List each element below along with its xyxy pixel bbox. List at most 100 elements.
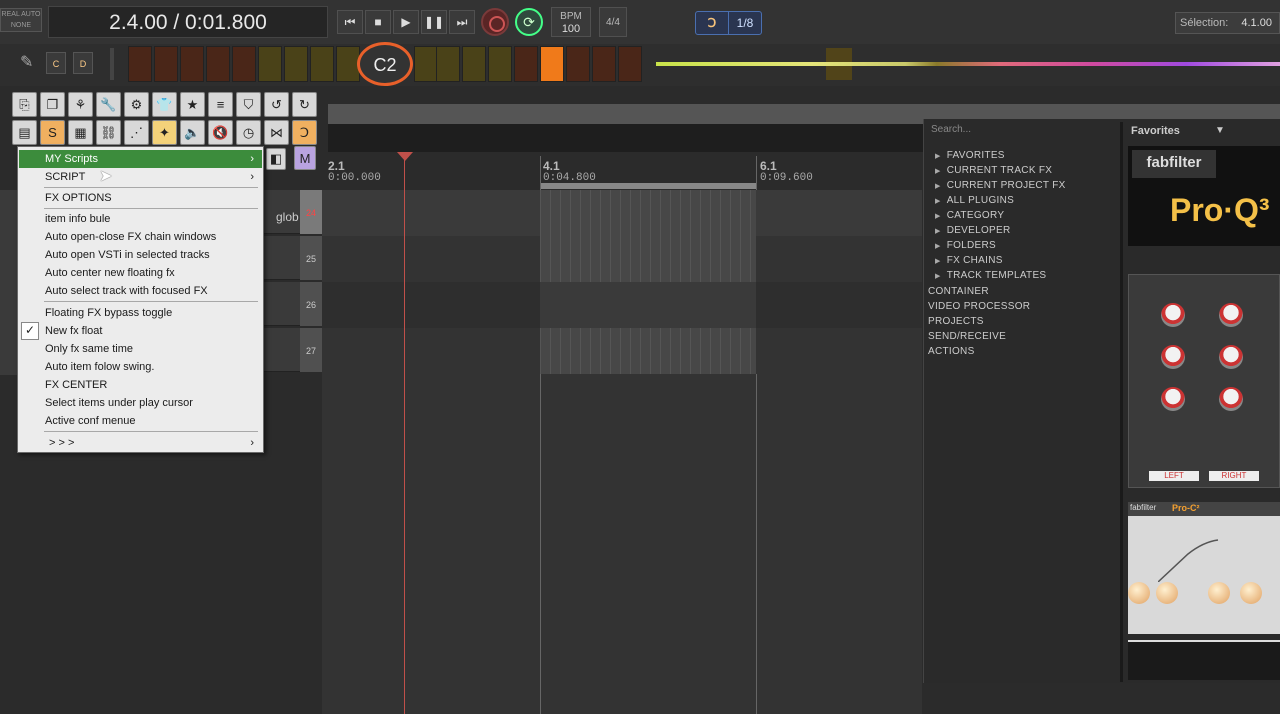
pad[interactable] bbox=[462, 46, 486, 82]
pad[interactable] bbox=[128, 46, 152, 82]
selected-region[interactable] bbox=[540, 282, 756, 328]
snap-orange-icon[interactable]: Ↄ bbox=[292, 120, 317, 145]
menu-item-select-items-under-cursor[interactable]: Select items under play cursor bbox=[19, 394, 262, 412]
menu-item-new-fx-float[interactable]: New fx float bbox=[19, 322, 262, 340]
pad[interactable] bbox=[414, 46, 438, 82]
time-signature[interactable]: 4/4 bbox=[599, 7, 627, 37]
midi-icon[interactable]: M bbox=[294, 146, 316, 170]
pad-c-button[interactable]: C bbox=[46, 52, 66, 74]
snap-tool-icon[interactable]: ⚙ bbox=[124, 92, 149, 117]
track-number[interactable]: 26 bbox=[300, 282, 322, 326]
glue-icon[interactable]: ⚘ bbox=[68, 92, 93, 117]
pad[interactable] bbox=[154, 46, 178, 82]
redo-green-icon[interactable]: ↻ bbox=[292, 92, 317, 117]
automation-mode-badge[interactable]: REAL AUTO NONE bbox=[0, 8, 42, 32]
menu-item-floating-fx-bypass[interactable]: Floating FX bypass toggle bbox=[19, 304, 262, 322]
skip-start-button[interactable]: ⏮ bbox=[337, 10, 363, 34]
pad[interactable] bbox=[180, 46, 204, 82]
menu-item-more[interactable]: > > > › bbox=[19, 434, 262, 452]
fx-tree-item[interactable]: ▶ ALL PLUGINS bbox=[935, 195, 1014, 206]
menu-item-auto-item-follow-swing[interactable]: Auto item folow swing. bbox=[19, 358, 262, 376]
menu-item-auto-open-close-fx[interactable]: Auto open-close FX chain windows bbox=[19, 228, 262, 246]
pad[interactable] bbox=[436, 46, 460, 82]
pad[interactable] bbox=[310, 46, 334, 82]
fx-tree-item[interactable]: ▶ DEVELOPER bbox=[935, 225, 1011, 236]
paste-icon[interactable]: ❐ bbox=[40, 92, 65, 117]
item-icon[interactable]: ▤ bbox=[12, 120, 37, 145]
link-icon[interactable]: ⛓ bbox=[96, 120, 121, 145]
plugin-thumbnail-eq[interactable]: LEFT RIGHT bbox=[1128, 274, 1280, 488]
shirt-icon[interactable]: 👕 bbox=[152, 92, 177, 117]
snap-icon[interactable]: Ↄ bbox=[696, 16, 728, 30]
list-icon[interactable]: ≡ bbox=[208, 92, 233, 117]
menu-item-script[interactable]: SCRIPT › bbox=[19, 168, 262, 186]
mute-icon[interactable]: 🔇 bbox=[208, 120, 233, 145]
fx-tree-item[interactable]: ▶ CATEGORY bbox=[935, 210, 1004, 221]
fx-tree-item[interactable]: ▶ FOLDERS bbox=[935, 240, 996, 251]
fx-category-item[interactable]: VIDEO PROCESSOR bbox=[928, 301, 1030, 312]
clock-icon[interactable]: ◷ bbox=[236, 120, 261, 145]
fx-category-item[interactable]: SEND/RECEIVE bbox=[928, 331, 1006, 342]
plugin-thumbnail[interactable] bbox=[1128, 640, 1280, 680]
time-selection-bar[interactable] bbox=[540, 183, 756, 189]
play-button[interactable]: ▶ bbox=[393, 10, 419, 34]
menu-item-fx-center[interactable]: FX CENTER bbox=[19, 376, 262, 394]
playhead[interactable] bbox=[404, 155, 405, 714]
selected-region[interactable] bbox=[540, 236, 756, 282]
track-number[interactable]: 27 bbox=[300, 328, 322, 372]
panel-splitter[interactable] bbox=[1120, 122, 1123, 682]
tempo-display[interactable]: BPM 100 bbox=[551, 7, 591, 37]
star-icon[interactable]: ★ bbox=[180, 92, 205, 117]
dropdown-arrow-icon[interactable]: ▼ bbox=[1215, 119, 1225, 143]
copy-icon[interactable]: ⎘ bbox=[12, 92, 37, 117]
fx-category-item[interactable]: ACTIONS bbox=[928, 346, 975, 357]
shield-icon[interactable]: ⛉ bbox=[236, 92, 261, 117]
track-number[interactable]: 25 bbox=[300, 236, 322, 280]
plugin-thumbnail-proc2[interactable]: fabfilter Pro-C² bbox=[1128, 502, 1280, 634]
pad[interactable] bbox=[232, 46, 256, 82]
note-indicator[interactable]: C2 bbox=[357, 42, 413, 86]
fx-search-input[interactable]: Search... bbox=[931, 124, 1111, 140]
pad[interactable] bbox=[514, 46, 538, 82]
pad[interactable] bbox=[284, 46, 308, 82]
fx-tree-item[interactable]: ▶ TRACK TEMPLATES bbox=[935, 270, 1046, 281]
pause-button[interactable]: ❚❚ bbox=[421, 10, 447, 34]
undo-red-icon[interactable]: ↺ bbox=[264, 92, 289, 117]
split-icon[interactable]: ⋈ bbox=[264, 120, 289, 145]
menu-item-auto-open-vsti[interactable]: Auto open VSTi in selected tracks bbox=[19, 246, 262, 264]
wrench-icon[interactable]: 🔧 bbox=[96, 92, 121, 117]
pad[interactable] bbox=[592, 46, 616, 82]
fx-tree-item[interactable]: ▶ FX CHAINS bbox=[935, 255, 1003, 266]
sws-icon[interactable]: S bbox=[40, 120, 65, 145]
menu-item-only-fx-same-time[interactable]: Only fx same time bbox=[19, 340, 262, 358]
position-display[interactable]: 2.4.00 / 0:01.800 bbox=[48, 6, 328, 38]
skip-end-button[interactable]: ⏭ bbox=[449, 10, 475, 34]
pad[interactable] bbox=[258, 46, 282, 82]
record-button[interactable] bbox=[481, 8, 509, 36]
fx-category-item[interactable]: CONTAINER bbox=[928, 286, 989, 297]
star-yellow-icon[interactable]: ✦ bbox=[152, 120, 177, 145]
speaker-icon[interactable]: 🔈 bbox=[180, 120, 205, 145]
stop-button[interactable]: ■ bbox=[365, 10, 391, 34]
playhead-marker[interactable] bbox=[397, 152, 413, 161]
region-lane[interactable] bbox=[328, 124, 923, 152]
fx-tree-item[interactable]: ▶ FAVORITES bbox=[935, 150, 1005, 161]
pad[interactable] bbox=[618, 46, 642, 82]
menu-item-auto-select-track[interactable]: Auto select track with focused FX bbox=[19, 282, 262, 300]
menu-item-active-conf-menu[interactable]: Active conf menue bbox=[19, 412, 262, 430]
pad-d-button[interactable]: D bbox=[73, 52, 93, 74]
fx-tree-item[interactable]: ▶ CURRENT PROJECT FX bbox=[935, 180, 1066, 191]
track-number[interactable]: 24 bbox=[300, 190, 322, 234]
pad[interactable] bbox=[488, 46, 512, 82]
menu-item-auto-center-fx[interactable]: Auto center new floating fx bbox=[19, 264, 262, 282]
menu-item-info-bule[interactable]: item info bule bbox=[19, 210, 262, 228]
selected-region[interactable] bbox=[540, 190, 756, 236]
grid-setting[interactable]: Ↄ 1/8 bbox=[695, 11, 762, 35]
editor-icon[interactable]: ▦ bbox=[68, 120, 93, 145]
fx-tree-item[interactable]: ▶ CURRENT TRACK FX bbox=[935, 165, 1052, 176]
pad-active[interactable] bbox=[540, 46, 564, 82]
pad[interactable] bbox=[206, 46, 230, 82]
pencil-icon[interactable]: ✎ bbox=[20, 52, 40, 74]
pad[interactable] bbox=[566, 46, 590, 82]
loop-button[interactable]: ⟳ bbox=[515, 8, 543, 36]
